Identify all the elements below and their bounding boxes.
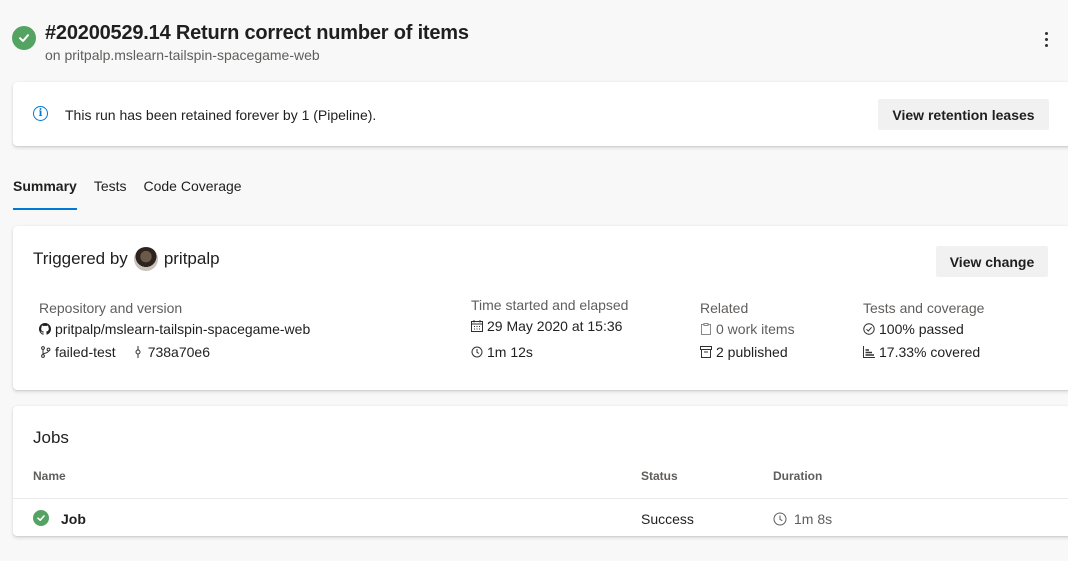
tests-label: Tests and coverage [863,300,985,316]
tests-column: Tests and coverage 100% passed 17.33% co… [863,300,984,362]
column-header-status: Status [641,469,678,483]
time-elapsed-row: 1m 12s [471,342,628,362]
tests-passed: 100% passed [879,321,964,337]
info-icon: i [33,106,48,121]
repository-column: Repository and version pritpalp/mslearn-… [39,300,310,362]
tab-summary[interactable]: Summary [13,178,77,210]
work-items-count: 0 work items [716,321,795,337]
page-subtitle: on pritpalp.mslearn-tailspin-spacegame-w… [45,47,320,63]
summary-card: Triggered by pritpalp View change Reposi… [13,226,1068,390]
repository-label: Repository and version [39,300,183,316]
job-duration-value: 1m 8s [794,511,833,527]
coverage-chart-icon [863,346,875,358]
time-started-row: 29 May 2020 at 15:36 [471,316,628,336]
more-dot-icon [1044,31,1048,35]
work-items-row[interactable]: 0 work items [700,319,795,339]
triggered-prefix: Triggered by [33,249,128,268]
time-label: Time started and elapsed [471,297,629,313]
check-circle-outline-icon [863,323,875,335]
repository-name: pritpalp/mslearn-tailspin-spacegame-web [55,321,311,337]
tests-passed-row[interactable]: 100% passed [863,319,984,339]
table-row[interactable]: Job Success 1m 8s [13,499,1068,536]
calendar-icon [471,320,483,332]
commit-icon [132,346,144,358]
triggered-user[interactable]: pritpalp [164,249,220,269]
more-dot-icon [1044,37,1048,41]
tab-code-coverage[interactable]: Code Coverage [144,178,242,210]
column-header-name: Name [33,469,66,483]
jobs-title: Jobs [33,428,69,447]
branch-icon [39,346,51,358]
job-status: Success [641,511,694,527]
coverage-row[interactable]: 17.33% covered [863,342,984,362]
column-header-duration: Duration [773,469,823,483]
job-name: Job [61,511,86,527]
repository-row[interactable]: pritpalp/mslearn-tailspin-spacegame-web [39,319,310,339]
check-circle-icon [33,510,49,526]
published-count: 2 published [716,344,788,360]
view-retention-leases-button[interactable]: View retention leases [878,99,1049,130]
time-column: Time started and elapsed 29 May 2020 at … [471,297,628,362]
version-row: failed-test 738a70e6 [39,342,310,362]
clipboard-icon [700,323,712,335]
github-icon [39,323,51,335]
check-circle-icon [12,26,36,50]
artifact-icon [700,346,712,358]
jobs-card: Jobs Name Status Duration Job Success 1m… [13,406,1068,536]
tab-bar: Summary Tests Code Coverage [13,178,259,210]
time-started: 29 May 2020 at 15:36 [487,318,623,334]
more-actions-button[interactable] [1036,28,1056,50]
tab-tests[interactable]: Tests [94,178,127,210]
clock-icon [773,512,787,526]
clock-icon [471,346,483,358]
triggered-by: Triggered by pritpalp [33,247,220,271]
avatar [133,247,158,271]
job-duration: 1m 8s [773,511,832,527]
retention-message: This run has been retained forever by 1 … [65,107,377,123]
more-dot-icon [1044,43,1048,47]
time-elapsed: 1m 12s [487,344,533,360]
related-column: Related 0 work items 2 published [700,300,795,362]
retention-banner: i This run has been retained forever by … [13,82,1068,146]
page-header: #20200529.14 Return correct number of it… [12,22,1068,66]
coverage-value: 17.33% covered [879,344,981,360]
commit-id[interactable]: 738a70e6 [148,344,210,360]
branch-name[interactable]: failed-test [55,344,116,360]
page-title: #20200529.14 Return correct number of it… [45,22,469,44]
published-row[interactable]: 2 published [700,342,795,362]
related-label: Related [700,300,749,316]
view-change-button[interactable]: View change [936,246,1048,277]
